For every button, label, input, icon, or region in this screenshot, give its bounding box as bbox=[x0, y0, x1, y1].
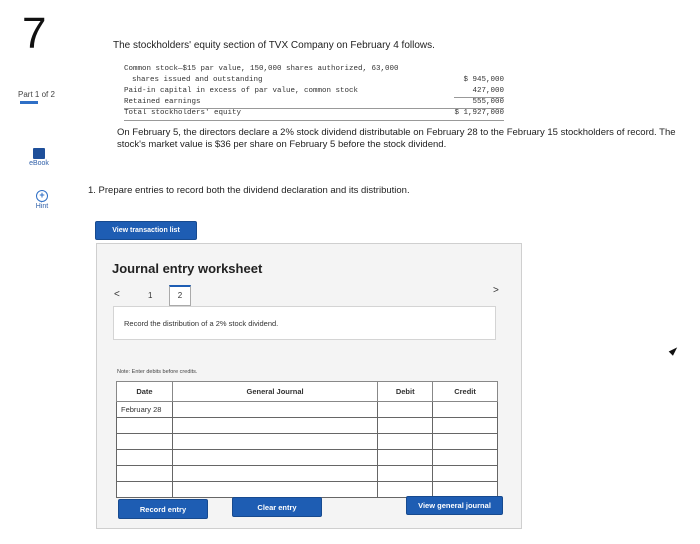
debit-column-header: Debit bbox=[377, 381, 434, 402]
problem-intro: The stockholders' equity section of TVX … bbox=[113, 40, 435, 51]
credit-cell[interactable] bbox=[432, 417, 498, 434]
account-cell[interactable] bbox=[171, 433, 379, 450]
equity-row-label: shares issued and outstanding bbox=[132, 76, 263, 84]
journal-table-header: Date General Journal Debit Credit bbox=[116, 381, 498, 402]
part-progress-bar bbox=[20, 101, 38, 104]
date-cell[interactable] bbox=[116, 417, 173, 434]
subtotal-line bbox=[454, 97, 504, 98]
account-cell[interactable] bbox=[171, 465, 379, 482]
date-cell[interactable] bbox=[116, 449, 173, 466]
mouse-cursor-icon bbox=[668, 345, 680, 356]
total-bottom-line bbox=[124, 120, 504, 121]
debit-cell[interactable] bbox=[377, 417, 434, 434]
record-entry-button[interactable]: Record entry bbox=[118, 499, 208, 519]
equity-row-label: Total stockholders' equity bbox=[124, 109, 242, 117]
hint-link[interactable]: + Hint bbox=[30, 190, 54, 210]
page-tab-1[interactable]: 1 bbox=[148, 291, 152, 300]
credit-column-header: Credit bbox=[432, 381, 498, 402]
prev-page-arrow[interactable]: < bbox=[114, 289, 120, 300]
date-cell[interactable]: February 28 bbox=[116, 401, 173, 418]
date-cell[interactable] bbox=[116, 465, 173, 482]
credit-cell[interactable] bbox=[432, 401, 498, 418]
date-column-header: Date bbox=[116, 381, 173, 402]
hint-icon: + bbox=[36, 190, 48, 202]
table-row bbox=[116, 417, 498, 434]
journal-table: Date General Journal Debit Credit Februa… bbox=[116, 381, 498, 498]
equity-row-value: $ 945,000 bbox=[463, 76, 504, 84]
date-cell[interactable] bbox=[116, 481, 173, 498]
debit-cell[interactable] bbox=[377, 433, 434, 450]
ebook-label: eBook bbox=[29, 160, 49, 167]
account-cell[interactable] bbox=[171, 481, 379, 498]
table-row bbox=[116, 449, 498, 466]
part-label: Part 1 of 2 bbox=[18, 90, 55, 99]
date-cell[interactable] bbox=[116, 433, 173, 450]
account-cell[interactable] bbox=[171, 401, 379, 418]
question-number: 7 bbox=[22, 9, 47, 58]
clear-entry-button[interactable]: Clear entry bbox=[232, 497, 322, 517]
view-transaction-list-button[interactable]: View transaction list bbox=[95, 221, 197, 240]
requirement-text: 1. Prepare entries to record both the di… bbox=[88, 185, 410, 196]
equity-row: Total stockholders' equity $ 1,927,000 bbox=[124, 108, 504, 121]
total-line bbox=[124, 108, 504, 109]
table-row: February 28 bbox=[116, 401, 498, 418]
equity-row-value: 555,000 bbox=[472, 98, 504, 106]
worksheet-title: Journal entry worksheet bbox=[112, 261, 263, 276]
book-icon bbox=[33, 148, 45, 159]
credit-cell[interactable] bbox=[432, 433, 498, 450]
account-cell[interactable] bbox=[171, 449, 379, 466]
credit-cell[interactable] bbox=[432, 465, 498, 482]
view-general-journal-button[interactable]: View general journal bbox=[406, 496, 503, 515]
debit-cell[interactable] bbox=[377, 449, 434, 466]
debit-cell[interactable] bbox=[377, 465, 434, 482]
equity-row: Paid-in capital in excess of par value, … bbox=[124, 87, 504, 98]
equity-row-label: Paid-in capital in excess of par value, … bbox=[124, 87, 359, 95]
page-tab-2[interactable]: 2 bbox=[169, 285, 191, 306]
ebook-link[interactable]: eBook bbox=[27, 148, 51, 167]
debit-cell[interactable] bbox=[377, 401, 434, 418]
equity-row-value: $ 1,927,000 bbox=[454, 109, 504, 117]
account-cell[interactable] bbox=[171, 417, 379, 434]
equity-section: Common stock—$15 par value, 150,000 shar… bbox=[124, 65, 504, 121]
equity-row-label: Common stock—$15 par value, 150,000 shar… bbox=[124, 65, 399, 73]
table-row bbox=[116, 465, 498, 482]
next-page-arrow[interactable]: > bbox=[493, 285, 499, 296]
hint-label: Hint bbox=[35, 203, 49, 210]
equity-row: Common stock—$15 par value, 150,000 shar… bbox=[124, 65, 504, 76]
general-journal-column-header: General Journal bbox=[171, 381, 379, 402]
problem-paragraph: On February 5, the directors declare a 2… bbox=[117, 127, 676, 150]
equity-row-label: Retained earnings bbox=[124, 98, 201, 106]
credit-cell[interactable] bbox=[432, 449, 498, 466]
equity-row-value: 427,000 bbox=[472, 87, 504, 95]
entry-note: Note: Enter debits before credits. bbox=[117, 369, 198, 375]
instruction-text: Record the distribution of a 2% stock di… bbox=[124, 319, 279, 328]
table-row bbox=[116, 433, 498, 450]
equity-row: shares issued and outstanding $ 945,000 bbox=[124, 76, 504, 87]
